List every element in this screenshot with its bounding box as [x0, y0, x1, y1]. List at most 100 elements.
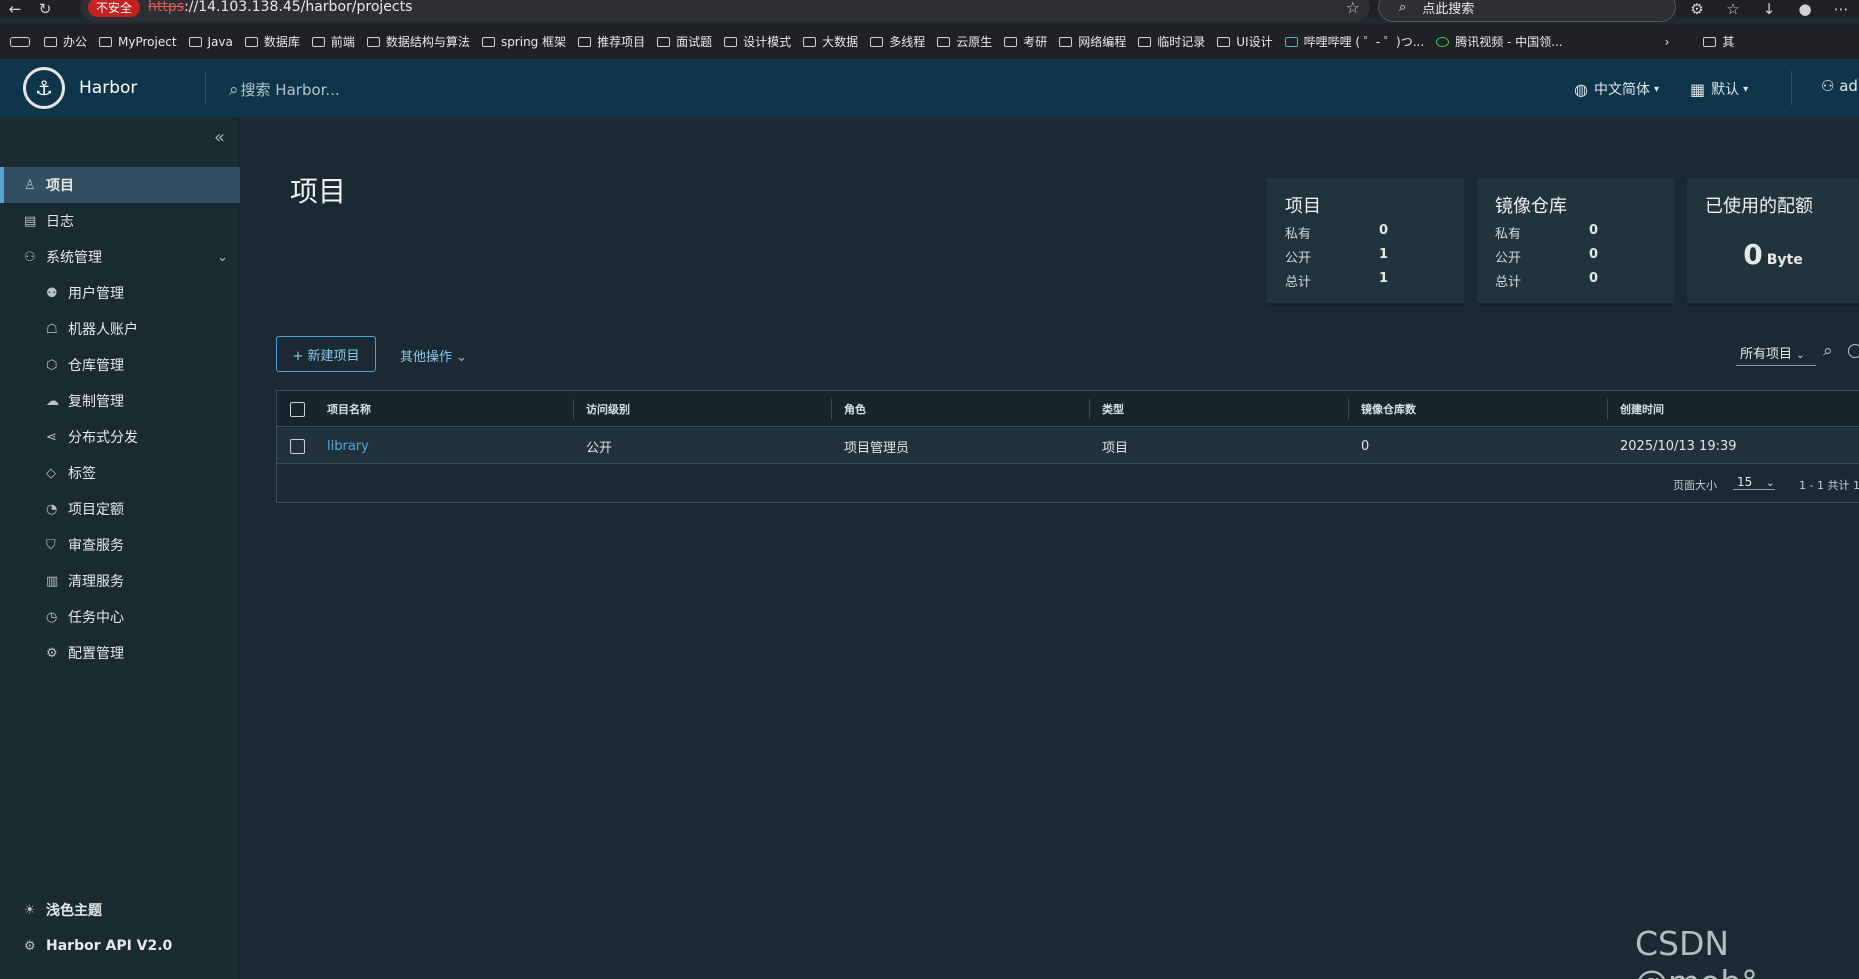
bookmark-item[interactable]: 办公: [44, 33, 87, 50]
download-icon[interactable]: ↓: [1751, 0, 1787, 18]
folder-icon: [311, 36, 325, 47]
bookmark-item[interactable]: 推荐项目: [578, 33, 645, 50]
collapse-sidebar-icon[interactable]: «: [214, 127, 225, 148]
sidebar-item-clean-up[interactable]: ▥ 清理服务: [0, 563, 240, 599]
role-cell: 项目管理员: [844, 440, 910, 456]
sidebar-item-job-service[interactable]: ◷ 任务中心: [0, 599, 240, 635]
project-name-link[interactable]: library: [327, 428, 369, 464]
bookmark-item[interactable]: 考研: [1004, 33, 1047, 50]
bookmark-item[interactable]: 网络编程: [1059, 33, 1126, 50]
harbor-api-link[interactable]: ⚙ Harbor API V2.0: [0, 931, 240, 961]
column-header[interactable]: 角色: [844, 391, 866, 427]
sidebar-item-interrogation[interactable]: ⛉ 审查服务: [0, 527, 240, 563]
bookmark-item[interactable]: UI设计: [1217, 33, 1273, 50]
favorites-icon[interactable]: ☆: [1715, 0, 1751, 18]
sidebar-item-registries[interactable]: ⬡ 仓库管理: [0, 347, 240, 383]
more-actions-dropdown[interactable]: 其他操作 ⌄: [400, 346, 467, 365]
more-menu-icon[interactable]: ⋯: [1823, 0, 1859, 18]
column-header[interactable]: 访问级别: [586, 391, 630, 427]
sidebar-item-logs[interactable]: ▤ 日志: [0, 203, 240, 239]
insecure-badge[interactable]: 不安全: [88, 0, 141, 17]
sun-icon: ☀: [24, 902, 36, 918]
project-filter-select[interactable]: 所有项目 ⌄: [1736, 343, 1816, 366]
sidebar-item-users[interactable]: ⚉ 用户管理: [0, 275, 240, 311]
trash-icon: ▥: [46, 573, 59, 589]
replication-icon: ☁: [46, 393, 59, 409]
bookmark-star-icon[interactable]: ☆: [1346, 0, 1360, 17]
table-row[interactable]: library 公开 项目管理员 项目 0 2025/10/13 19:39: [277, 428, 1859, 464]
browser-search-input[interactable]: ⌕ 点此搜索: [1378, 0, 1676, 22]
sidebar-item-labels[interactable]: ◇ 标签: [0, 455, 240, 491]
bookmark-item[interactable]: 前端: [311, 33, 355, 50]
new-project-button[interactable]: + 新建项目: [276, 336, 376, 372]
select-all-checkbox[interactable]: [290, 402, 305, 417]
column-header[interactable]: 类型: [1102, 391, 1124, 427]
profile-avatar[interactable]: ●: [1787, 0, 1823, 18]
bookmark-item[interactable]: spring 框架: [481, 33, 566, 50]
pagination-count: 1 - 1 共计 1 条: [1799, 479, 1859, 492]
sidebar-item-replications[interactable]: ☁ 复制管理: [0, 383, 240, 419]
bookmarks-bar: 办公 MyProject Java 数据库 前端 数据结构与算法 spring …: [0, 24, 1859, 59]
column-header[interactable]: 镜像仓库数: [1361, 391, 1416, 427]
column-divider: [1348, 399, 1349, 419]
extensions-icon[interactable]: ⚙: [1679, 0, 1715, 18]
robot-icon: ☖: [46, 321, 58, 337]
total-count: 总计 1: [1285, 271, 1389, 290]
harbor-logo-icon[interactable]: ⚓: [23, 67, 65, 109]
bookmark-item[interactable]: 多线程: [870, 33, 925, 50]
header-divider: [1791, 71, 1792, 105]
bookmark-item[interactable]: 面试题: [657, 33, 712, 50]
datetime-format-selector[interactable]: ▦ 默认 ▾: [1690, 79, 1748, 99]
bookmark-item[interactable]: Java: [188, 35, 233, 49]
global-search-input[interactable]: ⌕ 搜索 Harbor...: [229, 79, 340, 100]
column-header[interactable]: 项目名称: [327, 391, 371, 427]
bookmark-item[interactable]: 腾讯视频 - 中国领...: [1436, 33, 1563, 50]
sidebar-item-projects[interactable]: ♙ 项目: [0, 167, 240, 203]
row-checkbox[interactable]: [290, 439, 305, 454]
bookmark-item[interactable]: MyProject: [99, 35, 177, 49]
page-size-select[interactable]: 15 ⌄: [1733, 475, 1775, 490]
sidebar: « ♙ 项目 ▤ 日志 ⚇ 系统管理 ⌄ ⚉ 用户管理 ☖ 机器人账户 ⬡ 仓库管理 ☁ 复制管…: [0, 117, 240, 979]
column-header[interactable]: 创建时间: [1620, 391, 1664, 427]
bookmark-item[interactable]: 哔哩哔哩 ( ゜- ゜)つ...: [1284, 33, 1424, 50]
sidebar-item-configuration[interactable]: ⚙ 配置管理: [0, 635, 240, 671]
chevron-down-icon: ⌄: [456, 350, 468, 365]
bookmarks-overflow-icon[interactable]: ›: [1665, 35, 1670, 49]
private-count: 私有 0: [1285, 223, 1389, 242]
bookmark-item[interactable]: 云原生: [937, 33, 992, 50]
back-icon[interactable]: ←: [0, 0, 30, 18]
folder-icon: [1703, 36, 1717, 47]
brand-name[interactable]: Harbor: [79, 78, 137, 98]
folder-icon: [1217, 36, 1231, 47]
light-theme-toggle[interactable]: ☀ 浅色主题: [0, 895, 240, 925]
sidebar-item-project-quotas[interactable]: ◔ 项目定额: [0, 491, 240, 527]
page-title: 项目: [290, 175, 347, 208]
folder-icon: [244, 36, 258, 47]
address-bar[interactable]: 不安全 https ://14.103.138.45/harbor/projec…: [80, 0, 1370, 22]
user-menu[interactable]: ⚇ ad: [1821, 77, 1858, 95]
tab-actions-icon[interactable]: [10, 36, 30, 47]
bookmark-item[interactable]: 数据结构与算法: [366, 33, 470, 50]
bookmark-item[interactable]: 临时记录: [1138, 33, 1205, 50]
folder-icon: [578, 36, 592, 47]
sidebar-item-admin[interactable]: ⚇ 系统管理 ⌄: [0, 239, 240, 275]
search-icon[interactable]: ⌕: [1823, 341, 1833, 361]
refresh-icon[interactable]: [1848, 344, 1859, 358]
folder-icon: [870, 36, 884, 47]
search-icon: ⌕: [1399, 0, 1407, 15]
url-scheme: https: [148, 0, 185, 15]
bookmark-item[interactable]: 其: [1703, 33, 1734, 50]
reload-icon[interactable]: ↻: [30, 0, 60, 18]
sidebar-item-robot-accounts[interactable]: ☖ 机器人账户: [0, 311, 240, 347]
sidebar-item-distribution[interactable]: ⋖ 分布式分发: [0, 419, 240, 455]
private-count: 私有 0: [1495, 223, 1599, 242]
bookmark-item[interactable]: 数据库: [244, 33, 300, 50]
bookmark-item[interactable]: 设计模式: [724, 33, 791, 50]
bookmark-item[interactable]: 大数据: [803, 33, 858, 50]
public-count: 公开 1: [1285, 247, 1389, 266]
browser-toolbar: ← ↻ 不安全 https ://14.103.138.45/harbor/pr…: [0, 0, 1859, 22]
language-selector[interactable]: ◍ 中文简体 ▾: [1574, 79, 1659, 99]
type-cell: 项目: [1102, 440, 1129, 456]
share-icon: ⋖: [46, 429, 57, 445]
tag-icon: ◇: [46, 465, 56, 481]
